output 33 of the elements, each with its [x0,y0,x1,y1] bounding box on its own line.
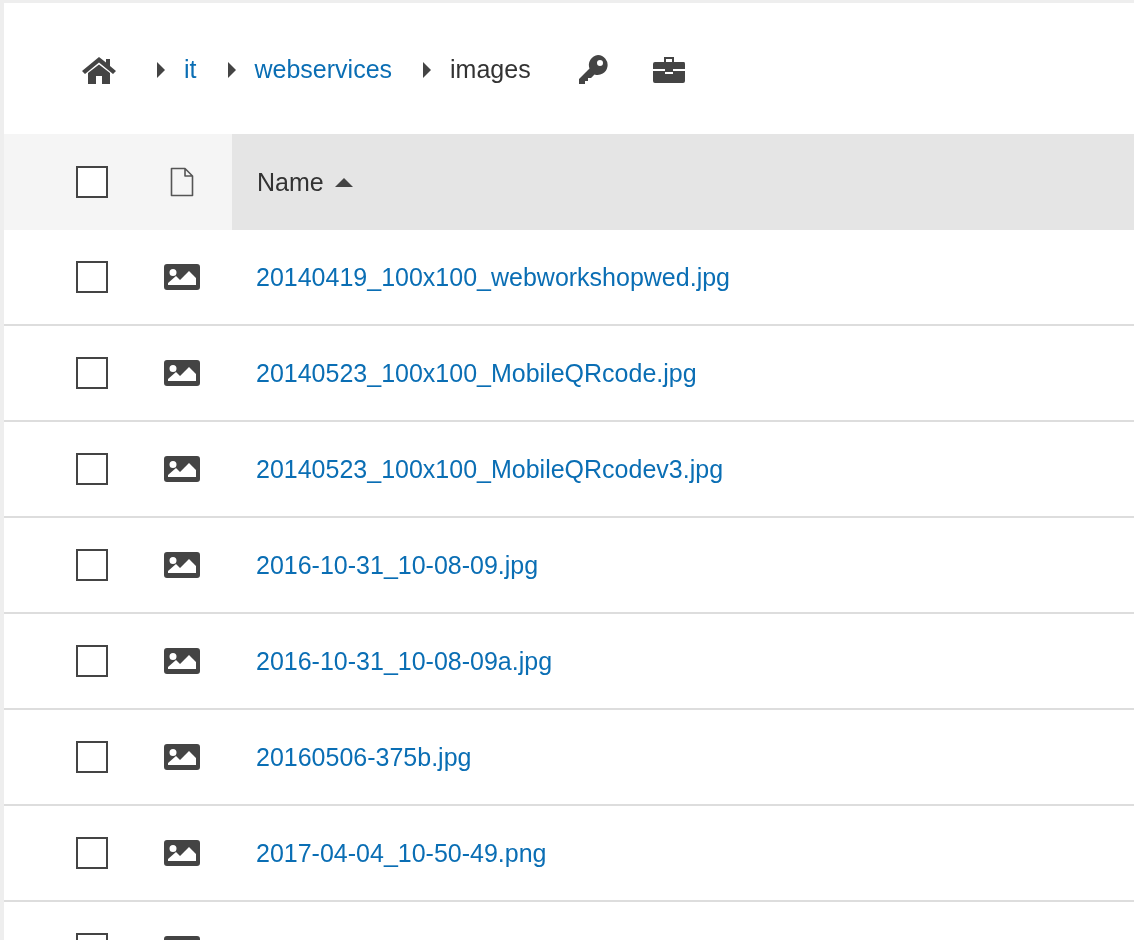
row-checkbox[interactable] [76,453,108,485]
file-link[interactable]: 2016-10-31_10-08-09a.jpg [256,646,553,676]
file-link[interactable]: 20140523_100x100_MobileQRcodev3.jpg [256,454,724,484]
image-icon [164,552,200,578]
select-all-checkbox[interactable] [76,166,108,198]
caret-icon [422,60,433,79]
breadcrumb-current: images [450,55,531,84]
row-checkbox[interactable] [76,837,108,869]
breadcrumb-link[interactable]: webservices [254,55,393,84]
home-icon[interactable] [80,54,118,85]
file-icon [170,167,194,197]
row-checkbox[interactable] [76,357,108,389]
image-icon [164,456,200,482]
image-icon [164,648,200,674]
caret-icon [156,60,166,79]
image-icon [164,264,200,290]
image-icon [164,744,200,770]
file-link[interactable]: 20140523_100x100_MobileQRcode.jpg [256,358,697,388]
toolbox-icon[interactable] [652,56,685,83]
row-checkbox[interactable] [76,741,108,773]
file-link[interactable]: 20140419_100x100_webworkshopwed.jpg [256,262,730,292]
caret-icon [226,60,237,79]
row-checkbox[interactable] [76,261,108,293]
image-icon [164,840,200,866]
image-icon [164,360,200,386]
name-column-header[interactable]: Name [232,134,1134,230]
key-icon[interactable] [576,53,609,86]
file-link[interactable]: 20160506-375b.jpg [256,742,472,772]
file-link[interactable]: 2016-10-31_10-08-09.jpg [256,550,539,580]
row-checkbox[interactable] [76,549,108,581]
file-link[interactable]: 2017-04-04_10-50-49.png [256,838,547,868]
breadcrumb-link[interactable]: it [184,55,197,84]
row-checkbox[interactable] [76,645,108,677]
